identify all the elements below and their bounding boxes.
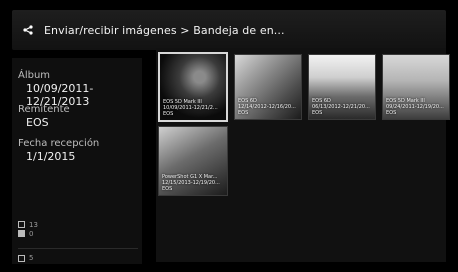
video-count-row: 0 [18, 229, 38, 238]
top-bar: Enviar/recibir imágenes > Bandeja de en.… [12, 10, 446, 50]
photo-count: 13 [29, 220, 38, 229]
image-tile-2[interactable]: EOS 6D 12/14/2012-12/16/20... EOS [234, 54, 302, 120]
sender-label: Remitente [18, 104, 70, 115]
info-divider [18, 248, 138, 249]
photo-icon [18, 221, 25, 228]
photo-count-row: 13 [18, 220, 38, 229]
share-back-icon[interactable] [20, 22, 36, 38]
tile-2-sender: EOS [238, 110, 249, 116]
breadcrumb: Enviar/recibir imágenes > Bandeja de en.… [44, 23, 285, 37]
image-grid: EOS 5D Mark III 10/09/2011-12/21/2... EO… [156, 48, 450, 262]
tile-5-sender: EOS [162, 186, 173, 192]
sender-value: EOS [26, 116, 49, 129]
image-tile-1[interactable]: EOS 5D Mark III 10/09/2011-12/21/2... EO… [158, 52, 228, 122]
video-icon [18, 230, 25, 237]
book-count: 5 [29, 254, 34, 262]
received-date-label: Fecha recepción [18, 138, 100, 149]
book-count-row: 5 [18, 254, 33, 262]
tile-caption-5: PowerShot G1 X Mar... 12/15/2013-12/19/2… [162, 174, 224, 192]
tile-caption-4: EOS 5D Mark III 09/24/2011-12/19/20... E… [386, 98, 446, 116]
tile-3-sender: EOS [312, 110, 323, 116]
album-label: Álbum [18, 70, 51, 81]
tile-caption-2: EOS 6D 12/14/2012-12/16/20... EOS [238, 98, 298, 116]
image-tile-4[interactable]: EOS 5D Mark III 09/24/2011-12/19/20... E… [382, 54, 450, 120]
tile-1-sender: EOS [163, 111, 174, 117]
media-counts: 13 0 [18, 220, 38, 238]
app-screen: Enviar/recibir imágenes > Bandeja de en.… [0, 0, 458, 272]
tile-4-sender: EOS [386, 110, 397, 116]
received-date-value: 1/1/2015 [26, 150, 76, 163]
video-count: 0 [29, 229, 34, 238]
image-tile-5[interactable]: PowerShot G1 X Mar... 12/15/2013-12/19/2… [158, 126, 228, 196]
tile-caption-3: EOS 6D 06/13/2012-12/21/20... EOS [312, 98, 372, 116]
album-info-panel: Álbum 10/09/2011-12/21/2013 Remitente EO… [12, 58, 142, 264]
book-icon [18, 254, 25, 262]
image-tile-3[interactable]: EOS 6D 06/13/2012-12/21/20... EOS [308, 54, 376, 120]
tile-caption-1: EOS 5D Mark III 10/09/2011-12/21/2... EO… [163, 99, 223, 117]
